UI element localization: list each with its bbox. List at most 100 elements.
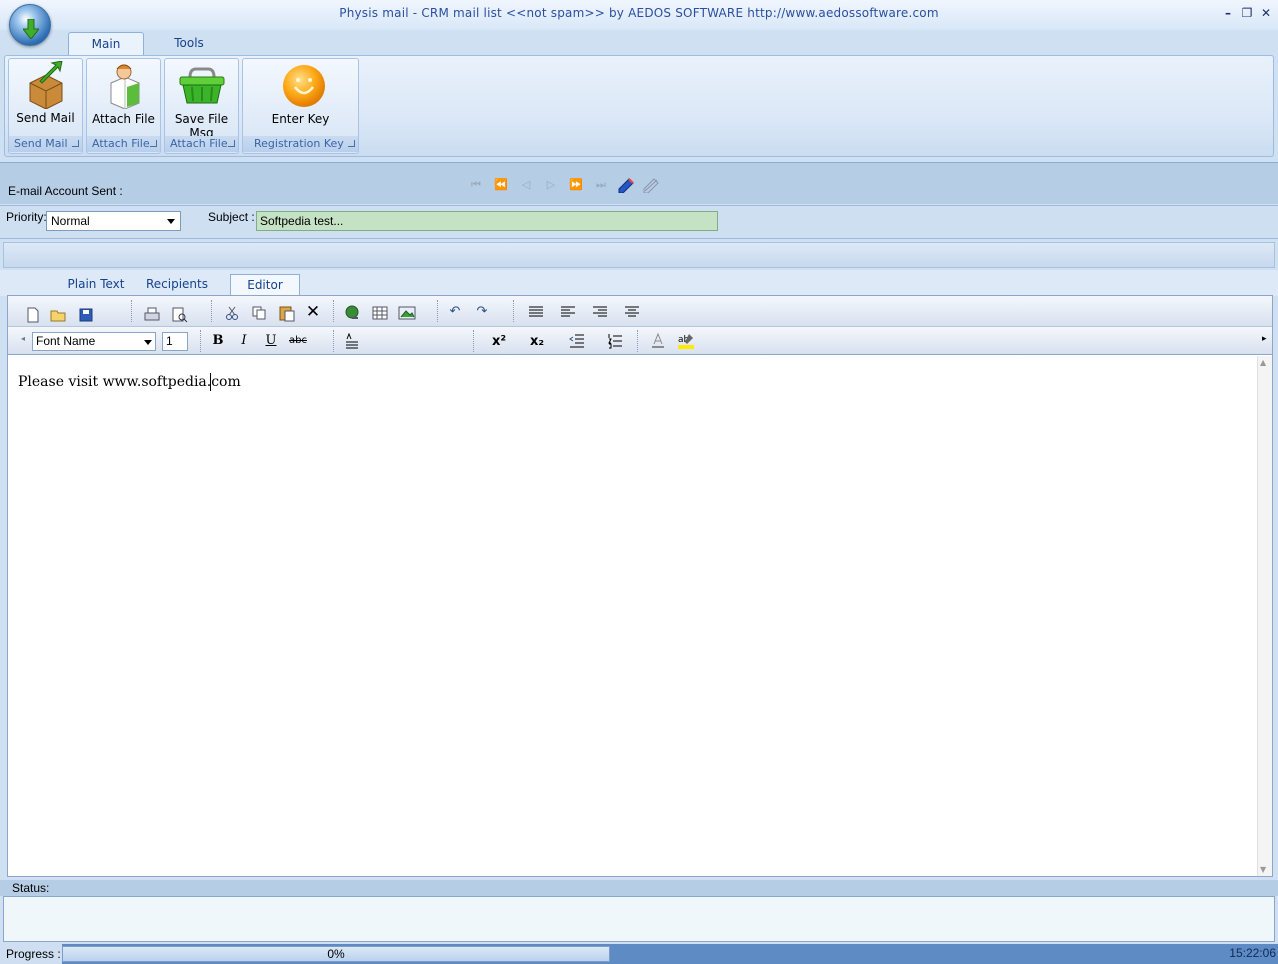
priority-value: Normal	[51, 214, 90, 228]
save-file-msg-caption: Attach File	[165, 136, 238, 152]
save-file-msg-group: Save File Msg Attach File	[164, 58, 239, 154]
attach-file-icon	[110, 64, 140, 109]
window-title: Physis mail - CRM mail list <<not spam>>…	[339, 6, 939, 20]
toolbar-separator	[473, 330, 476, 352]
cancel-edit-icon[interactable]	[642, 177, 660, 193]
close-button[interactable]: ✕	[1258, 5, 1274, 21]
attach-file-group: Attach File Attach File	[86, 58, 161, 154]
subject-input[interactable]: Softpedia test...	[256, 211, 718, 231]
font-size-input[interactable]: 1	[162, 332, 188, 351]
underline-icon[interactable]: U	[261, 331, 281, 351]
edit-record-icon[interactable]	[617, 177, 635, 193]
toolbar-separator	[131, 300, 134, 322]
align-justify-icon[interactable]	[528, 305, 544, 319]
status-header	[0, 880, 1278, 896]
toolbar-separator	[200, 330, 203, 352]
app-menu-icon[interactable]	[9, 4, 51, 46]
font-name-value: Font Name	[36, 334, 96, 348]
editor-toolbar-1	[8, 296, 1272, 327]
progress-label: Progress :	[6, 947, 61, 961]
info-bar	[3, 242, 1275, 268]
select-all-icon[interactable]	[345, 333, 359, 349]
font-name-select[interactable]: Font Name	[32, 332, 156, 351]
scroll-up-icon[interactable]: ▲	[1260, 358, 1266, 367]
attach-file-button[interactable]: Attach File	[87, 112, 160, 126]
restore-button[interactable]: ❐	[1239, 5, 1255, 21]
tab-tools[interactable]: Tools	[160, 32, 218, 56]
insert-image-icon[interactable]	[398, 305, 416, 321]
progress-percent: 0%	[327, 947, 345, 961]
tab-plain-text[interactable]: Plain Text	[66, 274, 126, 295]
account-bar	[0, 162, 1278, 204]
toolbar-grip-icon: ◂	[21, 334, 26, 343]
priority-label: Priority:	[6, 210, 47, 224]
superscript-icon[interactable]: x²	[489, 332, 509, 352]
align-right-icon[interactable]	[592, 305, 608, 319]
cut-icon[interactable]	[224, 305, 240, 321]
chevron-down-icon	[144, 340, 152, 345]
registration-key-caption: Registration Key	[243, 136, 358, 152]
save-file-icon	[179, 67, 225, 104]
chevron-down-icon	[167, 219, 175, 224]
toolbar-separator	[333, 330, 336, 352]
align-center-icon[interactable]	[624, 305, 640, 319]
print-preview-icon[interactable]	[171, 307, 189, 323]
copy-icon[interactable]	[251, 305, 267, 321]
status-box	[3, 896, 1275, 942]
editor-toolbar-2	[8, 327, 1272, 355]
subject-label: Subject :	[208, 210, 255, 224]
next-page-icon[interactable]: ⏩	[567, 178, 585, 192]
send-mail-button[interactable]: Send Mail	[9, 111, 82, 125]
toolbar-separator	[437, 300, 440, 322]
send-mail-caption: Send Mail	[9, 136, 82, 152]
down-arrow-icon	[23, 19, 39, 39]
toolbar-separator	[333, 300, 336, 322]
status-label: Status:	[12, 881, 50, 895]
send-mail-group: Send Mail Send Mail	[8, 58, 83, 154]
email-account-label: E-mail Account Sent :	[8, 184, 123, 198]
first-record-icon[interactable]: ⏮	[467, 178, 485, 192]
next-record-icon[interactable]: ▷	[542, 178, 560, 192]
subscript-icon[interactable]: x₂	[527, 332, 547, 352]
last-record-icon[interactable]: ⏭	[592, 178, 610, 192]
tab-editor-html[interactable]: Editor Html	[230, 274, 300, 312]
highlight-color-icon[interactable]: ab	[677, 332, 695, 350]
editor-body-text[interactable]: Please visit www.softpedia.com	[18, 374, 241, 390]
insert-link-icon[interactable]	[344, 304, 362, 322]
scroll-down-icon[interactable]: ▼	[1260, 865, 1266, 874]
print-icon[interactable]	[143, 307, 161, 323]
send-mail-icon	[29, 61, 63, 109]
new-document-icon[interactable]	[25, 307, 41, 323]
prev-record-icon[interactable]: ◁	[517, 178, 535, 192]
prev-page-icon[interactable]: ⏪	[492, 178, 510, 192]
toolbar-separator	[513, 300, 516, 322]
attach-file-caption: Attach File	[87, 136, 160, 152]
paste-icon[interactable]	[278, 304, 296, 322]
registration-key-group: Enter Key Registration Key	[242, 58, 359, 154]
insert-table-icon[interactable]	[372, 305, 388, 321]
toolbar-separator	[211, 300, 214, 322]
strikethrough-icon[interactable]: abc	[288, 331, 308, 351]
toolbar-separator	[637, 330, 640, 352]
open-folder-icon[interactable]	[50, 307, 68, 323]
save-icon[interactable]	[78, 307, 94, 323]
text-caret	[210, 373, 211, 391]
font-color-icon[interactable]	[650, 333, 666, 349]
tab-main[interactable]: Main	[68, 32, 144, 56]
clock: 15:22:06	[1229, 946, 1276, 960]
vertical-scrollbar[interactable]: ▲ ▼	[1257, 356, 1272, 876]
undo-icon[interactable]: ↶	[445, 302, 465, 322]
redo-icon[interactable]: ↷	[472, 302, 492, 322]
minimize-button[interactable]: –	[1220, 5, 1236, 21]
enter-key-button[interactable]: Enter Key	[243, 112, 358, 126]
priority-select[interactable]: Normal	[46, 211, 181, 231]
numbered-list-icon[interactable]	[607, 333, 623, 349]
tab-recipients-list[interactable]: Recipients List	[136, 274, 218, 311]
align-left-icon[interactable]	[560, 305, 576, 319]
toolbar-overflow-icon[interactable]: ▸	[1262, 334, 1267, 344]
delete-icon[interactable]: ✕	[303, 302, 323, 322]
bold-icon[interactable]: B	[208, 331, 228, 351]
italic-icon[interactable]: I	[234, 331, 254, 351]
decrease-indent-icon[interactable]	[569, 333, 585, 349]
enter-key-icon	[283, 65, 325, 107]
